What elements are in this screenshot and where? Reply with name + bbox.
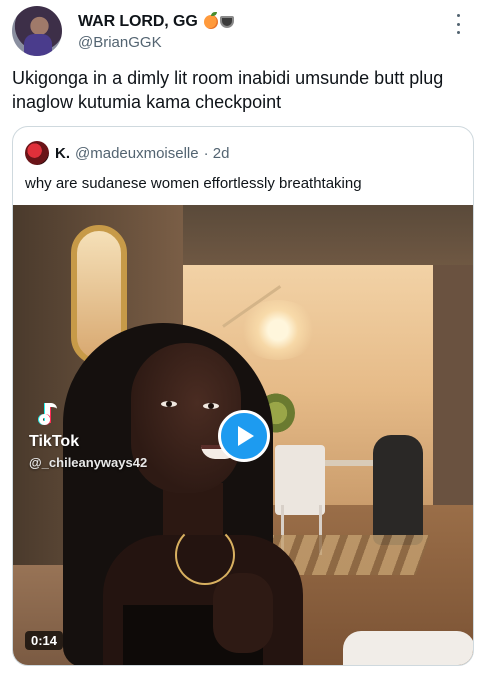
quoted-author-avatar[interactable]: [25, 141, 49, 165]
quoted-author-handle[interactable]: @madeuxmoiselle: [75, 145, 199, 162]
quoted-tweet[interactable]: K. @madeuxmoiselle · 2d why are sudanese…: [12, 126, 474, 666]
tiktok-brand-label: TikTok: [29, 433, 80, 450]
video-duration: 0:14: [25, 631, 64, 650]
quoted-tweet-text: why are sudanese women effortlessly brea…: [25, 175, 362, 192]
quoted-author-name[interactable]: K.: [55, 145, 70, 162]
left-eye: [161, 401, 177, 407]
right-eye: [203, 403, 219, 409]
tweet-text: Ukigonga in a dimly lit room inabidi ums…: [12, 68, 444, 112]
author-name[interactable]: WAR LORD, GG: [78, 13, 198, 31]
play-button[interactable]: [218, 410, 270, 462]
more-options-icon[interactable]: [450, 14, 466, 34]
tiktok-username: @_chileanyways42: [29, 455, 148, 470]
author-avatar[interactable]: [12, 6, 62, 56]
couch: [343, 631, 473, 665]
hand: [213, 573, 273, 653]
video-thumbnail[interactable]: TikTok @_chileanyways42 0:14: [13, 205, 473, 665]
tiktok-logo-icon: [39, 403, 59, 429]
quoted-tweet-header: K. @madeuxmoiselle · 2d: [25, 141, 229, 165]
hanging-coat: [373, 435, 423, 545]
play-icon: [238, 426, 254, 446]
peach-emoji-icon: [203, 12, 218, 29]
author-name-row[interactable]: WAR LORD, GG: [78, 12, 234, 31]
tweet-header: WAR LORD, GG @BrianGGK: [12, 6, 474, 58]
coffee-emoji-icon: [219, 16, 234, 28]
author-handle[interactable]: @BrianGGK: [78, 34, 162, 51]
quoted-tweet-time[interactable]: · 2d: [204, 145, 230, 162]
